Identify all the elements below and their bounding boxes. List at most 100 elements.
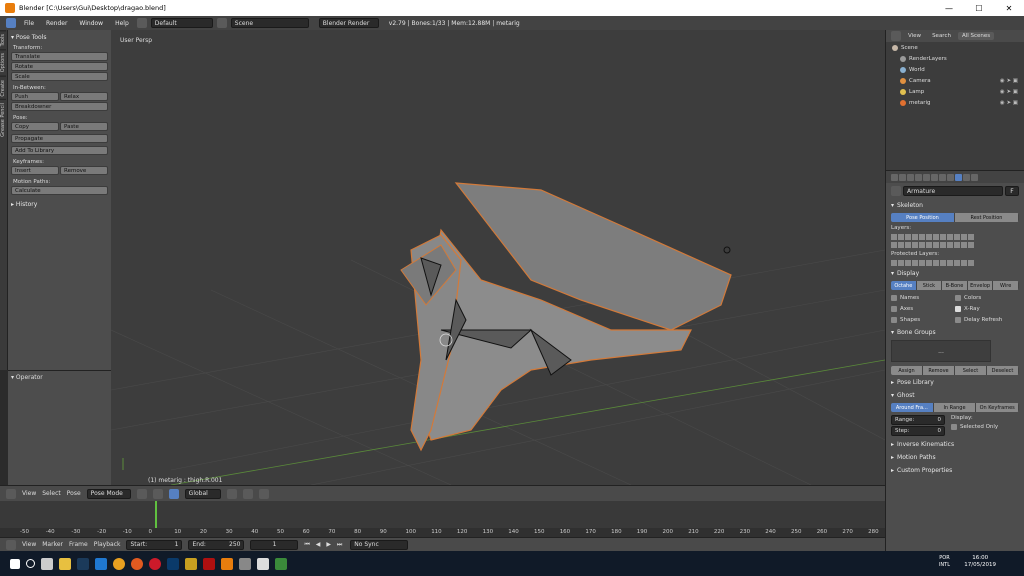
taskbar-clock[interactable]: 16:00 17/05/2019 — [964, 555, 996, 569]
around-frame-button[interactable]: Around Fra... — [891, 403, 934, 412]
selected-only-checkbox[interactable]: Selected Only — [951, 421, 998, 432]
bone-groups-panel-header[interactable]: Bone Groups — [886, 326, 1024, 339]
scene-field[interactable]: Scene — [230, 18, 309, 28]
outliner-row[interactable]: metarig ◉ ➤ ▣ — [886, 97, 1024, 108]
layers-grid[interactable] — [886, 233, 1024, 241]
delay-refresh-checkbox[interactable]: Delay Refresh — [955, 314, 1019, 325]
copy-button[interactable]: Copy — [11, 122, 59, 131]
scale-button[interactable]: Scale — [11, 72, 108, 81]
calculate-button[interactable]: Calculate — [11, 186, 108, 195]
editor-type-icon[interactable] — [6, 539, 16, 550]
mode-select[interactable]: Pose Mode — [86, 488, 131, 499]
outliner-row[interactable]: World — [886, 64, 1024, 75]
relax-button[interactable]: Relax — [60, 92, 108, 101]
maximize-button[interactable]: ☐ — [964, 0, 994, 16]
tab-create[interactable]: Create — [0, 75, 6, 100]
frame-menu[interactable]: Frame — [69, 541, 88, 548]
rest-position-button[interactable]: Rest Position — [955, 213, 1019, 222]
wire-button[interactable]: Wire — [993, 281, 1019, 290]
stick-button[interactable]: Stick — [916, 281, 943, 290]
constraints-tab-icon[interactable] — [931, 173, 938, 181]
fireworks-icon[interactable] — [185, 557, 197, 570]
protected-layers-grid[interactable] — [886, 259, 1024, 267]
minimize-button[interactable]: — — [934, 0, 964, 16]
ghost-step-field[interactable]: Step: 0 — [891, 426, 945, 436]
render-icon[interactable] — [258, 488, 269, 499]
scene-icon[interactable] — [216, 18, 227, 28]
photoshop-icon[interactable] — [167, 557, 179, 570]
edge-icon[interactable] — [95, 557, 107, 570]
outliner-row[interactable]: RenderLayers — [886, 53, 1024, 64]
sync-select[interactable]: No Sync — [350, 539, 409, 550]
armature-name-field[interactable]: Armature — [903, 186, 1003, 196]
pose-menu[interactable]: Pose — [67, 490, 81, 497]
modifiers-tab-icon[interactable] — [939, 173, 946, 181]
bbone-button[interactable]: B-Bone — [942, 281, 968, 290]
unity-icon[interactable] — [257, 557, 269, 570]
view-menu[interactable]: View — [22, 490, 36, 497]
assign-button[interactable]: Assign — [891, 366, 923, 375]
menu-help[interactable]: Help — [111, 20, 133, 27]
menu-file[interactable]: File — [20, 20, 38, 27]
history-header[interactable]: ▸ History — [11, 201, 108, 208]
opera-icon[interactable] — [149, 557, 161, 570]
timeline[interactable]: -50 -40 -30 -20 -10 0 10 20 30 40 50 60 70 80 90 100 110… — [0, 501, 885, 537]
layers-grid-2[interactable] — [886, 241, 1024, 249]
pose-library-panel-header[interactable]: Pose Library — [886, 376, 1024, 389]
outliner-row[interactable]: Scene — [886, 42, 1024, 53]
breakdowner-button[interactable]: Breakdowner — [11, 102, 108, 111]
search-icon[interactable] — [26, 559, 35, 568]
motion-paths-panel-header[interactable]: Motion Paths — [886, 451, 1024, 464]
menu-render[interactable]: Render — [42, 20, 71, 27]
blender-taskbar-icon[interactable] — [221, 557, 233, 570]
outliner-row[interactable]: Lamp ◉ ➤ ▣ — [886, 86, 1024, 97]
in-range-button[interactable]: In Range — [933, 403, 977, 412]
marker-menu[interactable]: Marker — [42, 541, 63, 548]
skeleton-panel-header[interactable]: Skeleton — [886, 199, 1024, 212]
outliner-tab-view[interactable]: View — [904, 32, 925, 40]
tab-options[interactable]: Options — [0, 49, 6, 76]
names-checkbox[interactable]: Names — [891, 292, 955, 303]
pose-tools-header[interactable]: ▾ Pose Tools — [11, 34, 108, 41]
push-button[interactable]: Push — [11, 92, 59, 101]
remove-button[interactable]: Remove — [923, 366, 955, 375]
colors-checkbox[interactable]: Colors — [955, 292, 1019, 303]
world-tab-icon[interactable] — [915, 173, 922, 181]
display-panel-header[interactable]: Display — [886, 267, 1024, 280]
menu-window[interactable]: Window — [75, 20, 107, 27]
scene-tab-icon[interactable] — [907, 173, 914, 181]
windows-start-icon[interactable] — [10, 558, 20, 569]
play-controls[interactable]: ⏮ ◀ ▶ ⏭ — [304, 541, 344, 549]
visibility-icons[interactable]: ◉ ➤ ▣ — [1000, 100, 1018, 106]
task-view-icon[interactable] — [41, 557, 53, 570]
outliner-tab-all-scenes[interactable]: All Scenes — [957, 32, 995, 40]
deselect-button[interactable]: Deselect — [987, 366, 1019, 375]
select-menu[interactable]: Select — [42, 490, 61, 497]
editor-type-icon[interactable] — [6, 488, 16, 499]
rotate-button[interactable]: Rotate — [11, 62, 108, 71]
filezilla-icon[interactable] — [203, 557, 215, 570]
orientation-select[interactable]: Global — [184, 488, 221, 499]
chrome-icon[interactable] — [113, 557, 125, 570]
fake-user-button[interactable]: F — [1005, 186, 1019, 196]
paste-button[interactable]: Paste — [60, 122, 108, 131]
current-frame-field[interactable]: 1 — [250, 539, 299, 550]
armature-tab-icon[interactable] — [955, 173, 962, 181]
custom-properties-panel-header[interactable]: Custom Properties — [886, 464, 1024, 477]
3d-viewport[interactable]: User Persp (1) metarig : thigh.R.001 — [111, 30, 885, 485]
shapes-checkbox[interactable]: Shapes — [891, 314, 955, 325]
object-tab-icon[interactable] — [923, 173, 930, 181]
editor-type-icon[interactable] — [6, 18, 16, 28]
inverse-kinematics-panel-header[interactable]: Inverse Kinematics — [886, 438, 1024, 451]
visibility-icons[interactable]: ◉ ➤ ▣ — [1000, 78, 1018, 84]
app-icon[interactable] — [239, 557, 251, 570]
translate-button[interactable]: Translate — [11, 52, 108, 61]
render-engine-select[interactable]: Blender Render — [318, 18, 379, 28]
tab-grease-pencil[interactable]: Grease Pencil — [0, 99, 6, 141]
editor-type-icon[interactable] — [891, 31, 901, 41]
firefox-icon[interactable] — [131, 557, 143, 570]
steam-icon[interactable] — [77, 557, 89, 570]
language-indicator[interactable]: POR INTL — [939, 555, 950, 569]
axes-checkbox[interactable]: Axes — [891, 303, 955, 314]
propagate-button[interactable]: Propagate — [11, 134, 108, 143]
